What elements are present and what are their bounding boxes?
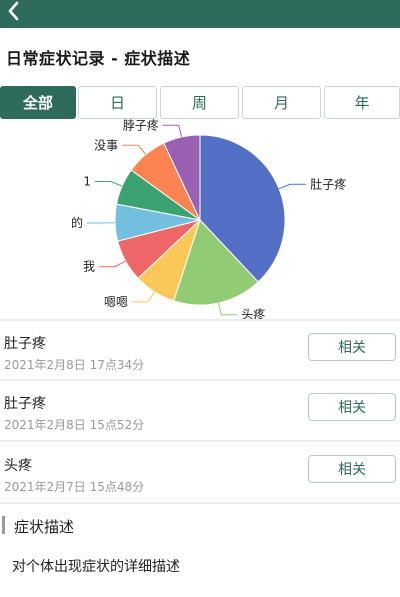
record-time: 2021年2月7日 15点48分 bbox=[4, 480, 145, 494]
pie-leader-line bbox=[99, 260, 126, 268]
pie-slice-label: 嗯嗯 bbox=[104, 295, 128, 309]
tab-label: 周 bbox=[191, 94, 207, 112]
related-button[interactable]: 相关 bbox=[308, 455, 396, 483]
pie-slice-label: 我 bbox=[83, 260, 95, 274]
pie-leader-line bbox=[122, 144, 147, 155]
divider bbox=[0, 502, 400, 504]
pie-slice-label: 1 bbox=[83, 175, 91, 189]
pie-leader-line bbox=[132, 291, 155, 303]
period-tabs: 全部 日 周 月 年 bbox=[0, 86, 400, 119]
section-accent-bar bbox=[2, 516, 5, 534]
pie-slice-label: 脖子疼 bbox=[123, 117, 159, 132]
tab-year[interactable]: 年 bbox=[324, 86, 400, 119]
section-header: 症状描述 bbox=[0, 514, 400, 538]
record-item: 肚子疼 2021年2月8日 17点34分 相关 bbox=[0, 327, 400, 383]
related-button[interactable]: 相关 bbox=[308, 393, 396, 421]
record-title: 肚子疼 bbox=[4, 396, 46, 412]
divider bbox=[0, 319, 400, 321]
record-time: 2021年2月8日 15点52分 bbox=[4, 418, 145, 432]
tab-month[interactable]: 月 bbox=[242, 86, 321, 119]
record-title: 肚子疼 bbox=[4, 336, 46, 352]
pie-leader-line bbox=[278, 183, 307, 190]
symptom-pie-chart: 肚子疼头疼嗯嗯我的1没事脖子疼 bbox=[71, 117, 346, 321]
record-item: 头疼 2021年2月7日 15点48分 相关 bbox=[0, 449, 400, 505]
app-bar bbox=[0, 0, 400, 28]
tab-label: 月 bbox=[273, 94, 289, 112]
back-chevron-icon[interactable] bbox=[2, 0, 28, 26]
pie-slice-label: 没事 bbox=[94, 137, 118, 152]
tab-all[interactable]: 全部 bbox=[0, 86, 76, 119]
page-title: 日常症状记录 - 症状描述 bbox=[6, 49, 191, 68]
pie-leader-line bbox=[162, 124, 182, 138]
section-description: 对个体出现症状的详细描述 bbox=[12, 559, 180, 575]
pie-slice-label: 的 bbox=[71, 215, 83, 230]
tab-label: 日 bbox=[109, 94, 125, 112]
record-time: 2021年2月8日 17点34分 bbox=[4, 358, 145, 372]
divider bbox=[0, 379, 400, 381]
tab-day[interactable]: 日 bbox=[78, 86, 157, 119]
tab-label: 年 bbox=[354, 94, 370, 112]
record-title: 头疼 bbox=[4, 458, 32, 474]
section-title: 症状描述 bbox=[14, 518, 75, 536]
pie-slice-label: 肚子疼 bbox=[310, 176, 346, 191]
divider bbox=[0, 440, 400, 442]
tab-label: 全部 bbox=[22, 94, 53, 112]
related-button[interactable]: 相关 bbox=[308, 333, 396, 361]
pie-leader-line bbox=[95, 181, 123, 187]
tab-week[interactable]: 周 bbox=[160, 86, 239, 119]
pie-leader-line bbox=[218, 302, 238, 316]
record-item: 肚子疼 2021年2月8日 15点52分 相关 bbox=[0, 387, 400, 443]
